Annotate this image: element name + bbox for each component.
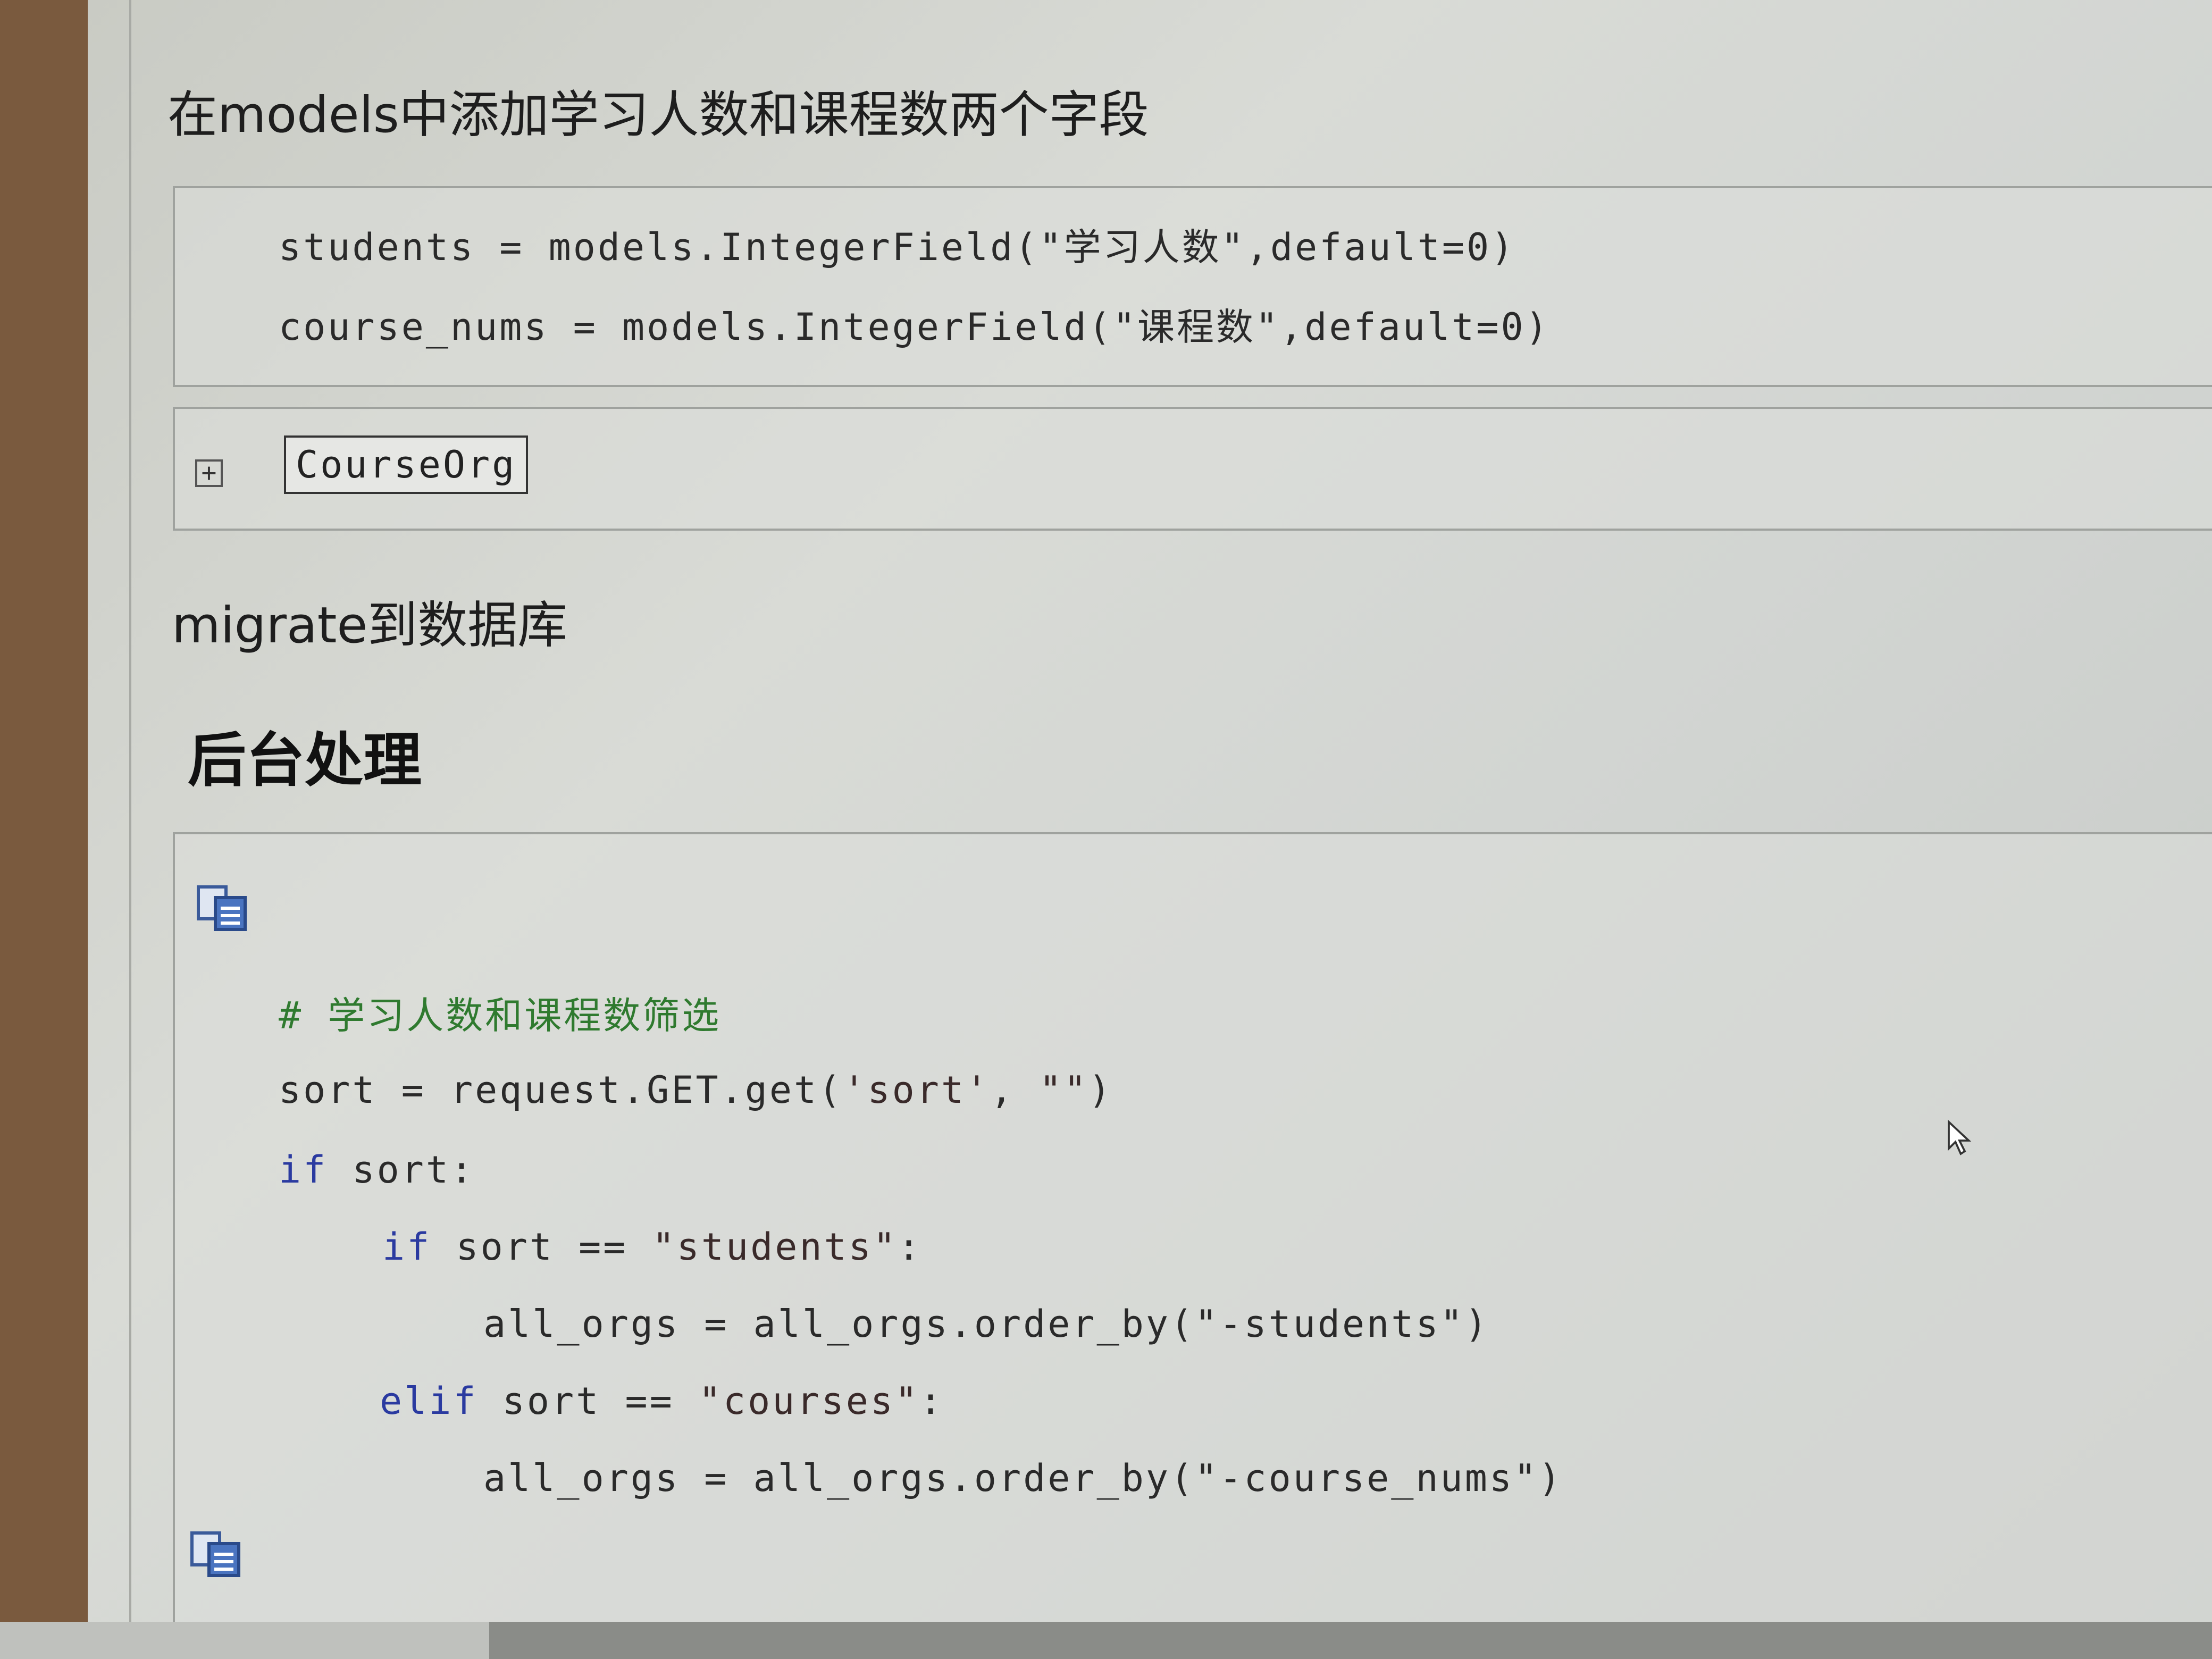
code-elif-colon: : bbox=[919, 1379, 944, 1423]
code-line-if-sort: if sort: bbox=[279, 1148, 475, 1192]
code-sort-key: 'sort' bbox=[843, 1068, 991, 1112]
browser-screen: 在models中添加学习人数和课程数两个字段 students = models… bbox=[88, 0, 2212, 1622]
code-if-students-colon: : bbox=[898, 1225, 923, 1269]
mouse-cursor-icon bbox=[1948, 1119, 1972, 1155]
copy-code-icon-bottom[interactable] bbox=[190, 1531, 243, 1579]
code-line-elif-courses: elif sort == "courses": bbox=[380, 1379, 944, 1423]
migrate-heading: migrate到数据库 bbox=[172, 597, 568, 655]
intro-heading: 在models中添加学习人数和课程数两个字段 bbox=[167, 86, 1149, 144]
code-line-sort: sort = request.GET.get('sort', "") bbox=[279, 1068, 1113, 1112]
code-courses-string: "courses" bbox=[698, 1379, 920, 1423]
code-if-students-cond: sort == bbox=[431, 1225, 652, 1269]
content-left-border bbox=[129, 0, 131, 1622]
code-sort-assign: sort = request.GET.get( bbox=[279, 1068, 843, 1112]
code-sort-default: "" bbox=[1039, 1068, 1088, 1112]
code-elif-cond: sort == bbox=[477, 1379, 699, 1423]
code-if-condition: sort: bbox=[328, 1148, 475, 1192]
code-students-string: "students" bbox=[652, 1225, 898, 1269]
copy-code-icon[interactable] bbox=[196, 885, 249, 933]
code-line-course-nums: course_nums = models.IntegerField("课程数",… bbox=[279, 305, 1550, 349]
code-keyword-if: if bbox=[279, 1148, 328, 1192]
backend-heading: 后台处理 bbox=[188, 726, 422, 794]
code-sort-close: ) bbox=[1088, 1068, 1113, 1112]
code-line-students: students = models.IntegerField("学习人数",de… bbox=[279, 225, 1516, 269]
code-sort-sep: , bbox=[990, 1068, 1040, 1112]
code-keyword-elif: elif bbox=[380, 1379, 478, 1423]
collapsed-code-block: + CourseOrg bbox=[173, 407, 2212, 531]
code-line-if-students: if sort == "students": bbox=[382, 1225, 922, 1269]
taskbar bbox=[0, 1622, 2212, 1659]
code-line-order-students: all_orgs = all_orgs.order_by("-students"… bbox=[483, 1302, 1489, 1346]
code-comment-filter: # 学习人数和课程数筛选 bbox=[279, 994, 722, 1037]
taskbar-segment bbox=[0, 1622, 489, 1659]
model-code-block: students = models.IntegerField("学习人数",de… bbox=[173, 186, 2212, 387]
code-line-order-course-nums: all_orgs = all_orgs.order_by("-course_nu… bbox=[483, 1456, 1563, 1500]
code-keyword-if-inner: if bbox=[382, 1225, 432, 1269]
view-code-block: # 学习人数和课程数筛选 sort = request.GET.get('sor… bbox=[173, 832, 2212, 1622]
courseorg-collapsed-label[interactable]: CourseOrg bbox=[284, 435, 529, 494]
article-content: 在models中添加学习人数和课程数两个字段 students = models… bbox=[167, 0, 2212, 1622]
expand-icon[interactable]: + bbox=[195, 459, 223, 487]
